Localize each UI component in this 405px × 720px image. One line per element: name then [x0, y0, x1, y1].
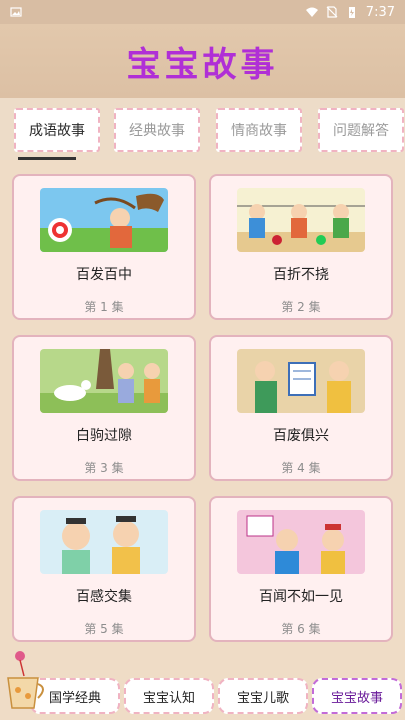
story-thumbnail [40, 188, 168, 252]
tab-idiom-stories[interactable]: 成语故事 [14, 108, 100, 152]
nav-baby-cognition[interactable]: 宝宝认知 [124, 678, 214, 714]
story-thumbnail [40, 510, 168, 574]
story-episode: 第 4 集 [281, 461, 321, 475]
wifi-icon [305, 7, 318, 17]
story-thumbnail [237, 188, 365, 252]
story-episode: 第 5 集 [84, 622, 124, 636]
story-episode: 第 2 集 [281, 300, 321, 314]
story-thumbnail [237, 510, 365, 574]
nav-baby-songs[interactable]: 宝宝儿歌 [218, 678, 308, 714]
story-title: 白驹过隙 [76, 428, 132, 444]
tab-qa[interactable]: 问题解答 [318, 108, 404, 152]
story-title: 百发百中 [76, 267, 132, 283]
status-left [10, 6, 22, 18]
no-sim-icon [326, 6, 338, 18]
nav-baby-stories[interactable]: 宝宝故事 [312, 678, 402, 714]
story-grid: 百发百中 第 1 集 百折不挠 第 2 集 白驹过隙 第 3 集 百废俱兴 第 … [0, 160, 405, 660]
story-card[interactable]: 百废俱兴 第 4 集 [209, 335, 393, 481]
battery-charging-icon [348, 7, 355, 18]
status-time: 7:37 [365, 4, 395, 20]
tab-classic-stories[interactable]: 经典故事 [114, 108, 200, 152]
story-title: 百闻不如一见 [259, 589, 343, 605]
story-title: 百折不挠 [273, 267, 329, 283]
story-title: 百感交集 [76, 589, 132, 605]
story-card[interactable]: 百感交集 第 5 集 [12, 496, 196, 642]
story-card[interactable]: 百闻不如一见 第 6 集 [209, 496, 393, 642]
category-tabs: 成语故事 经典故事 情商故事 问题解答 [0, 98, 405, 160]
app-header: 宝宝故事 [0, 24, 405, 98]
story-thumbnail [237, 349, 365, 413]
story-card[interactable]: 百发百中 第 1 集 [12, 174, 196, 320]
teacup-decoration-icon [7, 651, 44, 709]
page-title: 宝宝故事 [126, 44, 279, 85]
story-episode: 第 1 集 [84, 300, 124, 314]
story-episode: 第 3 集 [84, 461, 124, 475]
story-thumbnail [40, 349, 168, 413]
status-bar: 7:37 [0, 0, 405, 24]
story-title: 百废俱兴 [273, 428, 329, 444]
story-card[interactable]: 百折不挠 第 2 集 [209, 174, 393, 320]
status-right: 7:37 [305, 4, 395, 20]
bottom-nav: 国学经典 宝宝认知 宝宝儿歌 宝宝故事 [0, 660, 405, 720]
image-notification-icon [10, 7, 22, 17]
story-episode: 第 6 集 [281, 622, 321, 636]
story-card[interactable]: 白驹过隙 第 3 集 [12, 335, 196, 481]
tab-eq-stories[interactable]: 情商故事 [216, 108, 302, 152]
